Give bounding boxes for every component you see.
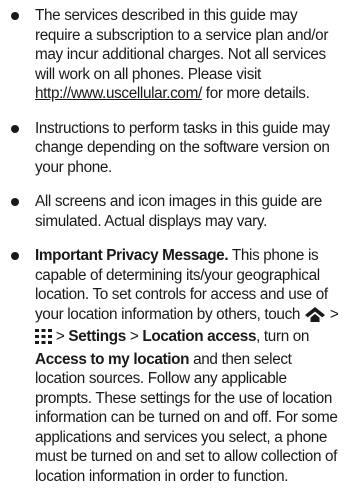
list-item-privacy-message: Important Privacy Message. This phone is…: [8, 246, 343, 486]
notice-list: The services described in this guide may…: [8, 6, 343, 486]
turn-on-text: , turn on: [256, 328, 310, 345]
simulated-screens-text: All screens and icon images in this guid…: [35, 193, 322, 230]
access-to-my-location-label: Access to my location: [35, 350, 190, 368]
home-icon: [304, 306, 326, 328]
privacy-title: Important Privacy Message.: [35, 247, 229, 264]
guide-page: The services described in this guide may…: [0, 0, 351, 501]
path-separator: >: [52, 328, 69, 345]
uscellular-link[interactable]: http://www.uscellular.com/: [35, 85, 202, 102]
path-separator: >: [325, 305, 339, 323]
service-plan-text-end: for more details.: [201, 85, 310, 102]
list-item-instructions: Instructions to perform tasks in this gu…: [8, 119, 343, 178]
apps-grid-icon: [35, 329, 52, 350]
service-plan-text: The services described in this guide may…: [35, 7, 329, 83]
location-access-label: Location access: [142, 328, 257, 345]
path-separator: >: [125, 328, 143, 345]
list-item-simulated-screens: All screens and icon images in this guid…: [8, 192, 343, 231]
settings-label: Settings: [68, 328, 126, 345]
privacy-rest-text: and then select location sources. Follow…: [35, 350, 338, 485]
list-item-service-plan: The services described in this guide may…: [8, 6, 343, 104]
instructions-text: Instructions to perform tasks in this gu…: [35, 119, 330, 176]
